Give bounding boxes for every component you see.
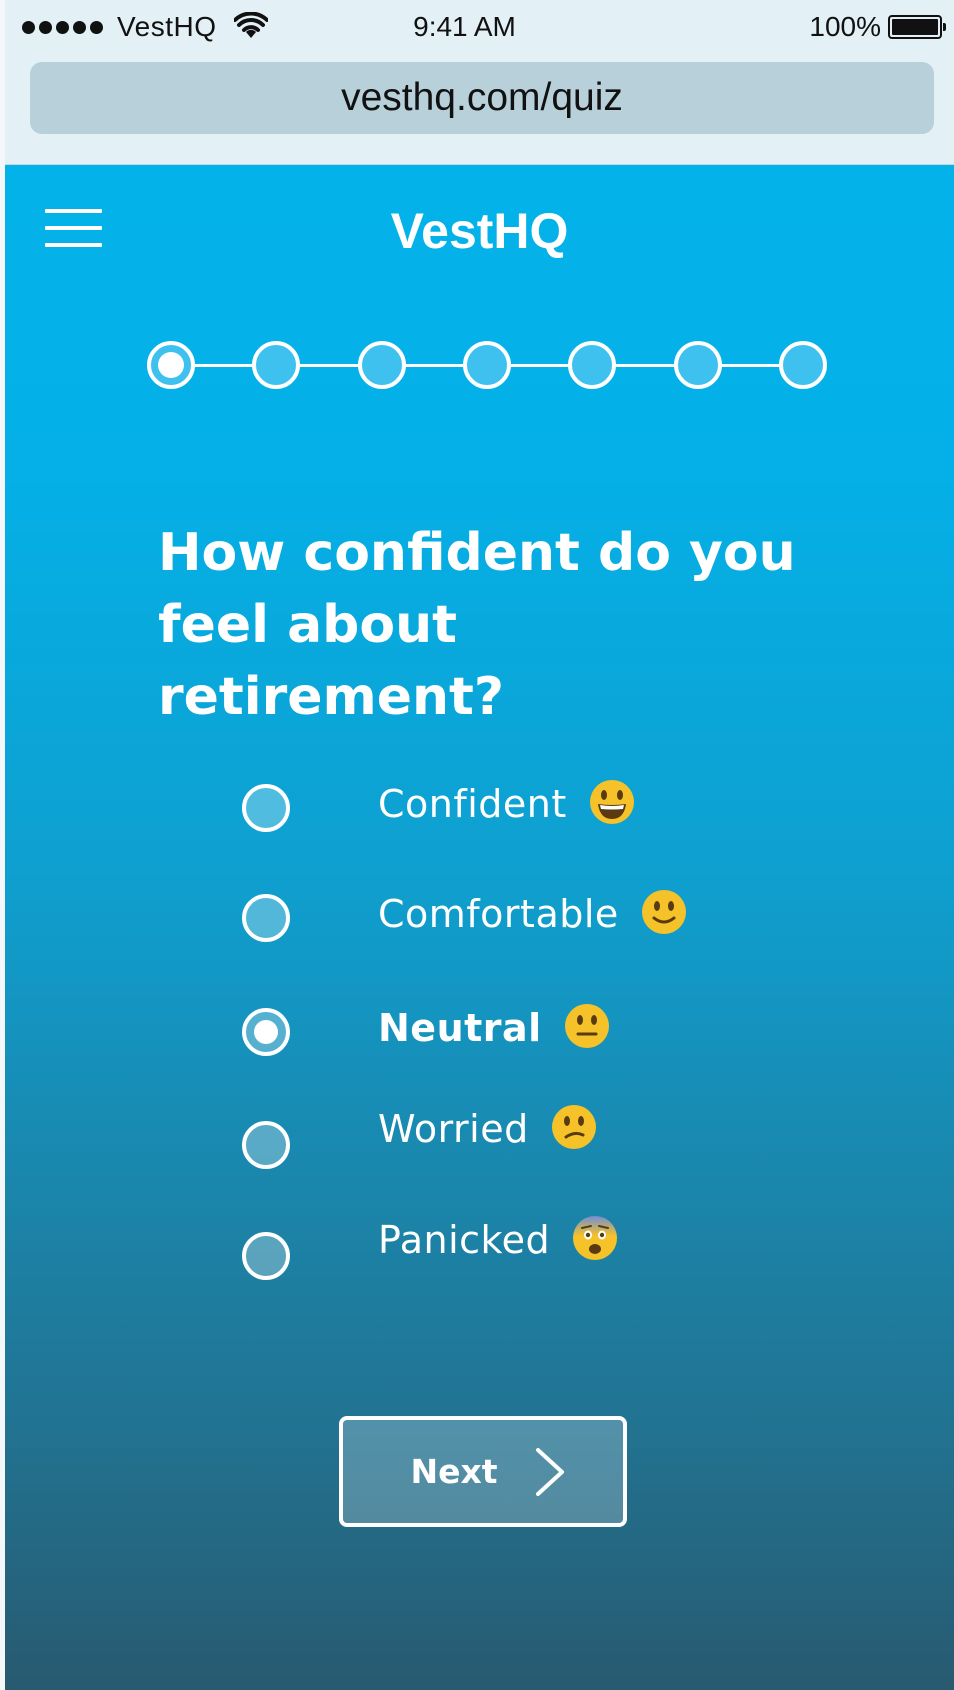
option-label: Comfortable <box>378 892 619 936</box>
grinning-face-icon <box>589 779 634 824</box>
next-button-label: Next <box>410 1452 498 1491</box>
option-label: Panicked <box>378 1218 551 1262</box>
progress-step-3 <box>358 341 406 389</box>
confused-face-icon <box>551 1104 596 1149</box>
radio-button[interactable] <box>242 784 290 832</box>
anxious-face-icon <box>573 1215 618 1260</box>
url-bar[interactable]: vesthq.com/quiz <box>30 62 934 134</box>
screen: VestHQ 9:41 AM 100% vesthq.com/quiz Vest… <box>0 0 954 1690</box>
question-line-1: How confident do you <box>158 523 796 583</box>
option-panicked[interactable]: Panicked <box>242 1215 802 1286</box>
option-label-row: Comfortable <box>378 889 687 936</box>
option-label-row: Neutral <box>378 1003 610 1050</box>
option-label: Confident <box>378 782 567 826</box>
progress-stepper <box>147 341 827 391</box>
battery-percent: 100% <box>809 11 881 42</box>
option-neutral[interactable]: Neutral <box>242 1002 802 1062</box>
option-label-row: Worried <box>378 1104 597 1151</box>
neutral-face-icon <box>564 1003 609 1048</box>
browser-chrome: VestHQ 9:41 AM 100% vesthq.com/quiz <box>5 0 954 165</box>
option-label-row: Panicked <box>378 1215 618 1262</box>
progress-step-1 <box>147 341 195 389</box>
progress-step-7 <box>779 341 827 389</box>
option-label: Worried <box>378 1107 529 1151</box>
progress-step-6 <box>674 341 722 389</box>
question-line-2: feel about retirement? <box>158 595 504 727</box>
radio-button-selected[interactable] <box>242 1008 290 1056</box>
radio-button[interactable] <box>242 1232 290 1280</box>
radio-button[interactable] <box>242 1121 290 1169</box>
chevron-right-icon <box>535 1447 564 1496</box>
question-title: How confident do you feel about retireme… <box>158 517 818 733</box>
radio-button[interactable] <box>242 894 290 942</box>
option-label-row: Confident <box>378 779 635 826</box>
progress-step-2 <box>252 341 300 389</box>
status-bar: VestHQ 9:41 AM 100% <box>5 0 954 58</box>
next-button[interactable]: Next <box>339 1416 627 1527</box>
quiz-page: VestHQ How confident do you feel about r… <box>5 165 954 1690</box>
url-text: vesthq.com/quiz <box>341 76 623 119</box>
battery-icon <box>888 15 946 39</box>
option-label: Neutral <box>378 1006 542 1050</box>
option-confident[interactable]: Confident <box>242 778 802 838</box>
option-comfortable[interactable]: Comfortable <box>242 888 802 948</box>
logo[interactable]: VestHQ <box>5 202 954 260</box>
progress-step-4 <box>463 341 511 389</box>
progress-step-5 <box>568 341 616 389</box>
option-worried[interactable]: Worried <box>242 1104 802 1175</box>
slightly-smiling-face-icon <box>641 889 686 934</box>
